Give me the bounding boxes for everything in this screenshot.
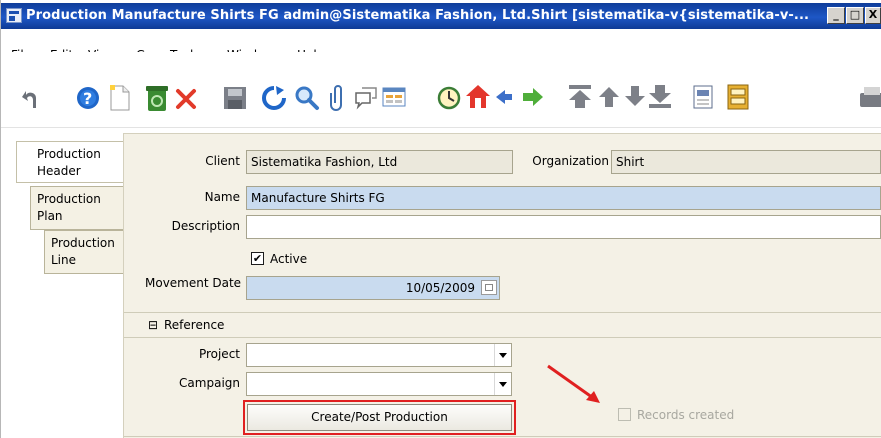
active-label: Active bbox=[270, 252, 308, 266]
section-divider bbox=[124, 436, 881, 437]
annotation-arrow bbox=[547, 364, 600, 403]
refresh-icon[interactable] bbox=[262, 86, 286, 110]
back-icon[interactable] bbox=[496, 90, 512, 104]
calendar-icon bbox=[485, 284, 493, 291]
menu-bar bbox=[1, 29, 881, 52]
organization-field: Shirt bbox=[611, 150, 881, 174]
organization-label: Organization bbox=[532, 154, 609, 168]
save-icon[interactable] bbox=[224, 87, 246, 109]
print-icon[interactable] bbox=[860, 87, 881, 107]
undo-icon[interactable] bbox=[22, 91, 36, 108]
create-post-production-button[interactable]: Create/Post Production bbox=[247, 404, 512, 431]
movement-date-label: Movement Date bbox=[145, 276, 242, 290]
first-record-icon[interactable] bbox=[569, 85, 591, 108]
minimize-button[interactable]: _ bbox=[827, 7, 845, 24]
name-field[interactable]: Manufacture Shirts FG bbox=[246, 186, 881, 210]
title-bar[interactable]: Production Manufacture Shirts FG admin@S… bbox=[1, 3, 881, 29]
delete-selected-icon[interactable] bbox=[176, 89, 196, 109]
tab-label: Production Line bbox=[51, 236, 115, 267]
project-combobox[interactable] bbox=[246, 343, 512, 367]
chat-icon[interactable] bbox=[355, 87, 377, 110]
description-label: Description bbox=[171, 219, 240, 233]
name-label-text: Name bbox=[204, 190, 240, 204]
tab-label: Production Header bbox=[37, 147, 101, 178]
reference-section-title: Reference bbox=[164, 318, 225, 332]
tab-label: Production Plan bbox=[37, 192, 101, 223]
description-field[interactable] bbox=[246, 215, 881, 239]
calendar-button[interactable] bbox=[481, 280, 497, 295]
movement-date-field[interactable]: 10/05/2009 bbox=[246, 276, 500, 300]
home-icon[interactable] bbox=[466, 85, 490, 108]
last-record-icon[interactable] bbox=[649, 85, 671, 108]
delete-icon[interactable] bbox=[146, 86, 168, 111]
project-label: Project bbox=[198, 347, 240, 361]
reference-toggle[interactable]: ⊟ bbox=[148, 318, 158, 332]
find-icon[interactable] bbox=[295, 86, 319, 110]
help-icon[interactable]: ? bbox=[77, 87, 99, 109]
new-record-icon[interactable] bbox=[110, 85, 130, 111]
archive-icon[interactable] bbox=[727, 84, 749, 110]
client-label: Client bbox=[205, 154, 240, 168]
grid-toggle-icon[interactable] bbox=[382, 87, 406, 107]
tab-production-plan[interactable]: Production Plan bbox=[30, 186, 124, 230]
attachment-icon[interactable] bbox=[330, 85, 342, 111]
chevron-down-icon[interactable] bbox=[494, 344, 511, 366]
svg-text:?: ? bbox=[83, 89, 92, 108]
history-icon[interactable] bbox=[437, 86, 461, 110]
toolbar-icons: ? bbox=[22, 84, 881, 111]
records-created-checkbox bbox=[618, 408, 631, 421]
active-checkbox[interactable]: ✔ bbox=[251, 252, 264, 265]
name-label: Name bbox=[160, 190, 240, 204]
forward-icon[interactable] bbox=[523, 88, 543, 106]
client-field: Sistematika Fashion, Ltd bbox=[246, 150, 513, 174]
app-window-icon bbox=[6, 8, 22, 23]
window-title: Production Manufacture Shirts FG admin@S… bbox=[26, 8, 810, 23]
tab-production-line[interactable]: Production Line bbox=[44, 230, 124, 274]
report-icon[interactable] bbox=[693, 85, 713, 109]
tab-production-header[interactable]: Production Header bbox=[16, 141, 124, 183]
previous-record-icon[interactable] bbox=[599, 87, 619, 107]
section-divider bbox=[124, 312, 881, 313]
records-created-label: Records created bbox=[637, 408, 735, 422]
campaign-label: Campaign bbox=[179, 376, 240, 390]
close-button[interactable]: X bbox=[865, 7, 881, 24]
next-record-icon[interactable] bbox=[625, 86, 645, 106]
campaign-combobox[interactable] bbox=[246, 372, 512, 396]
section-divider bbox=[124, 337, 881, 338]
maximize-button[interactable]: □ bbox=[846, 7, 864, 24]
chevron-down-icon[interactable] bbox=[494, 373, 511, 395]
